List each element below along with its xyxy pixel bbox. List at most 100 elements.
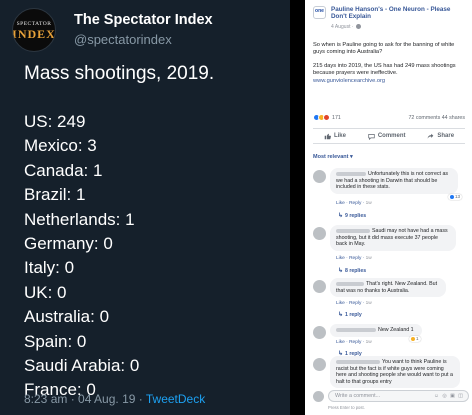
share-button-label: Share	[437, 133, 455, 139]
commenter-name-redacted[interactable]	[336, 281, 364, 286]
replies-count: 9 replies	[345, 213, 367, 219]
comment-actions: Like · Reply · 1w	[336, 256, 372, 261]
post-paragraph: So when is Pauline going to ask for the …	[313, 42, 455, 56]
reaction-count: 171	[332, 114, 341, 121]
post-action-bar: Like Comment Share	[313, 128, 465, 144]
like-button-label: Like	[333, 133, 346, 139]
comment-bubble: Unfortunately this is not correct as we …	[330, 168, 458, 194]
comment-share-stats[interactable]: 72 comments 44 shares	[408, 115, 465, 121]
avatar-logo-line2: INDEX	[12, 26, 56, 41]
commenter-avatar[interactable]	[313, 170, 326, 183]
tweet-timestamp[interactable]: 8:23 am · 04 Aug. 19 ·	[24, 392, 146, 406]
comment-reply-link[interactable]: Reply	[349, 340, 361, 345]
comment-text: New Zealand 1	[378, 327, 414, 333]
view-replies-link[interactable]: ↳ 9 replies	[338, 212, 366, 219]
post-counts: 171 72 comments 44 shares	[313, 114, 465, 124]
write-comment-bar: Write a comment... ☺ ◎ ▣ ◫	[313, 390, 469, 403]
comment-button[interactable]: Comment	[368, 133, 406, 140]
view-replies-link[interactable]: ↳ 1 reply	[338, 311, 362, 318]
country-row: Canada: 1	[24, 160, 103, 180]
comment-actions: Like · Reply · 1w	[336, 301, 372, 306]
comment-bubble: That's right. New Zealand. But that was …	[330, 278, 446, 297]
comment-like-link[interactable]: Like	[336, 256, 345, 261]
country-list: US: 249 Mexico: 3 Canada: 1 Brazil: 1 Ne…	[24, 110, 139, 403]
haha-reaction-icon	[411, 336, 415, 341]
country-row: Netherlands: 1	[24, 209, 135, 229]
tweet-header: SPECTATOR INDEX The Spectator Index @spe…	[12, 8, 282, 52]
page-avatar[interactable]: one	[313, 6, 326, 19]
tweet-title: Mass shootings, 2019.	[24, 63, 215, 84]
comment-actions: Like · Reply · 1w	[336, 201, 372, 206]
share-button[interactable]: Share	[427, 133, 454, 140]
comment-like-link[interactable]: Like	[336, 301, 345, 306]
comment-like-link[interactable]: Like	[336, 201, 345, 206]
current-user-avatar	[313, 391, 324, 402]
facebook-post: one Pauline Hanson's - One Neuron - Plea…	[305, 0, 472, 415]
like-button[interactable]: Like	[324, 133, 346, 140]
commenter-name-redacted[interactable]	[336, 171, 366, 176]
comment-sort-dropdown[interactable]: Most relevant ▾	[313, 154, 353, 160]
comment-actions: Like · Reply · 1w	[336, 340, 372, 345]
commenter-avatar[interactable]	[313, 280, 326, 293]
post-paragraph: 215 days into 2019, the US has had 249 m…	[313, 63, 465, 85]
comment-time: 1w	[365, 201, 372, 206]
page-name-link[interactable]: Pauline Hanson's - One Neuron - Please D…	[331, 6, 463, 21]
post-date-text: 4 August ·	[331, 24, 354, 30]
comment-reaction-count: 1	[416, 336, 419, 341]
reaction-summary[interactable]: 171	[313, 114, 341, 121]
comment-button-label: Comment	[377, 133, 406, 139]
reply-arrow-icon: ↳	[338, 213, 344, 219]
comment-reaction-badge[interactable]: 1	[409, 336, 421, 342]
country-row: US: 249	[24, 112, 86, 131]
post-paragraph-text: 215 days into 2019, the US has had 249 m…	[313, 62, 456, 77]
tweet-body: Mass shootings, 2019. US: 249 Mexico: 3 …	[24, 63, 286, 399]
view-replies-link[interactable]: ↳ 8 replies	[338, 267, 366, 274]
comment-reaction-badge[interactable]: 13	[448, 194, 463, 200]
post-date[interactable]: 4 August ·	[331, 24, 361, 30]
comment-reply-link[interactable]: Reply	[349, 256, 361, 261]
comment-bubble: New Zealand 1	[330, 324, 422, 337]
tweet-card: SPECTATOR INDEX The Spectator Index @spe…	[0, 0, 290, 415]
globe-icon	[355, 24, 361, 30]
reply-arrow-icon: ↳	[338, 268, 344, 274]
like-reaction-icon	[450, 194, 454, 199]
comment-time: 1w	[365, 301, 372, 306]
country-row: UK: 0	[24, 282, 67, 302]
comment-reply-link[interactable]: Reply	[349, 201, 361, 206]
commenter-name-redacted[interactable]	[336, 327, 376, 332]
country-row: Brazil: 1	[24, 185, 86, 205]
profile-avatar[interactable]: SPECTATOR INDEX	[12, 8, 56, 52]
press-enter-hint: Press Enter to post.	[328, 405, 365, 410]
country-row: Mexico: 3	[24, 136, 97, 156]
country-row: Saudi Arabia: 0	[24, 356, 140, 376]
post-text: So when is Pauline going to ask for the …	[313, 42, 465, 91]
commenter-name-redacted[interactable]	[336, 359, 380, 364]
share-icon	[428, 133, 434, 139]
country-row: Australia: 0	[24, 307, 110, 327]
comment-time: 1w	[365, 340, 372, 345]
display-name[interactable]: The Spectator Index	[74, 12, 213, 28]
country-row: Germany: 0	[24, 234, 113, 254]
user-handle[interactable]: @spectatorindex	[74, 32, 172, 47]
comment-icon	[368, 133, 375, 140]
commenter-avatar[interactable]	[313, 326, 326, 339]
commenter-avatar[interactable]	[313, 227, 326, 240]
comment-reaction-count: 13	[455, 194, 461, 199]
commenter-avatar[interactable]	[313, 358, 326, 371]
thumbs-up-icon	[324, 133, 331, 139]
commenter-name-redacted[interactable]	[336, 228, 370, 233]
reply-arrow-icon: ↳	[338, 312, 344, 318]
angry-reaction-icon	[323, 114, 330, 121]
comment-time: 1w	[365, 256, 372, 261]
tweet-meta: 8:23 am · 04 Aug. 19 · TweetDeck	[24, 392, 205, 406]
comment-bubble: You want to think Pauline is racist but …	[330, 356, 460, 388]
comment-reply-link[interactable]: Reply	[349, 301, 361, 306]
tweet-source-link[interactable]: TweetDeck	[146, 392, 205, 406]
country-row: Italy: 0	[24, 258, 75, 278]
replies-count: 8 replies	[345, 268, 367, 274]
comment-bubble: Saudi may not have had a mass shooting, …	[330, 225, 456, 251]
post-link[interactable]: www.gunviolencearchive.org	[313, 78, 385, 84]
country-row: Spain: 0	[24, 331, 87, 351]
comment-like-link[interactable]: Like	[336, 340, 345, 345]
comment-input-icons[interactable]: ☺ ◎ ▣ ◫	[434, 393, 464, 399]
